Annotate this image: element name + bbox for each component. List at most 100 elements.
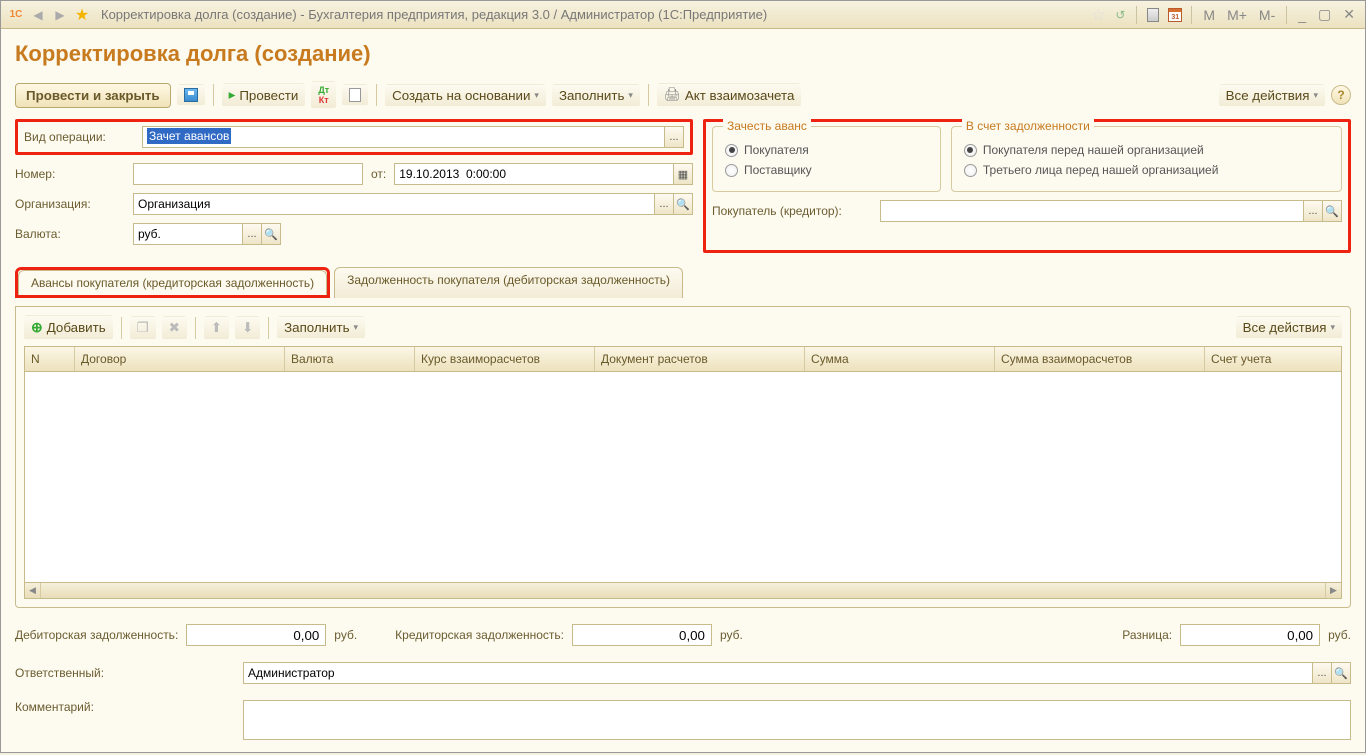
scroll-left-icon[interactable]: ◀ bbox=[25, 583, 41, 598]
col-sum[interactable]: Сумма bbox=[805, 347, 995, 371]
comment-label: Комментарий: bbox=[15, 700, 235, 714]
calendar-icon[interactable]: 31 bbox=[1166, 6, 1184, 24]
nav-back-icon[interactable]: ◀ bbox=[29, 6, 47, 24]
currency-input[interactable] bbox=[133, 223, 243, 245]
arrow-down-icon: ⬇ bbox=[242, 320, 253, 336]
report-icon bbox=[349, 88, 361, 102]
radio-icon bbox=[964, 164, 977, 177]
debit-label: Дебиторская задолженность: bbox=[15, 628, 178, 642]
tab-toolbar: ⊕Добавить ❐ ✖ ⬆ ⬇ Заполнить Все действия bbox=[24, 315, 1342, 340]
credit-input[interactable] bbox=[572, 624, 712, 646]
print-icon: 🖨 bbox=[664, 87, 681, 103]
add-button[interactable]: ⊕Добавить bbox=[24, 315, 113, 340]
currency-label: Валюта: bbox=[15, 227, 125, 241]
from-label: от: bbox=[371, 167, 386, 181]
favorite-icon[interactable]: ★ bbox=[73, 6, 91, 24]
calculator-icon[interactable] bbox=[1144, 6, 1162, 24]
diff-unit: руб. bbox=[1328, 628, 1351, 642]
date-picker-button[interactable]: ▦ bbox=[673, 163, 693, 185]
credit-label: Кредиторская задолженность: bbox=[395, 628, 564, 642]
move-down-button[interactable]: ⬇ bbox=[235, 316, 260, 340]
col-rate[interactable]: Курс взаиморасчетов bbox=[415, 347, 595, 371]
buyer-select-button[interactable]: ... bbox=[1303, 200, 1323, 222]
act-button[interactable]: 🖨Акт взаимозачета bbox=[657, 83, 801, 107]
operation-select-button[interactable]: ... bbox=[664, 126, 684, 148]
date-input[interactable] bbox=[394, 163, 674, 185]
report-button[interactable] bbox=[342, 84, 368, 106]
diff-input[interactable] bbox=[1180, 624, 1320, 646]
dtkt-button[interactable]: ДтКт bbox=[311, 81, 336, 109]
nav-fwd-icon[interactable]: ▶ bbox=[51, 6, 69, 24]
plus-icon: ⊕ bbox=[31, 319, 43, 336]
upper-section: Вид операции: Зачет авансов ... Номер: о… bbox=[15, 119, 1351, 253]
radio-icon bbox=[725, 144, 738, 157]
bookmark-icon[interactable]: ☆ bbox=[1089, 6, 1107, 24]
responsible-select-button[interactable]: ... bbox=[1312, 662, 1332, 684]
copy-icon: ❐ bbox=[137, 320, 149, 336]
number-input[interactable] bbox=[133, 163, 363, 185]
totals-row: Дебиторская задолженность: руб. Кредитор… bbox=[15, 624, 1351, 646]
debt-buyer-radio[interactable]: Покупателя перед нашей организацией bbox=[964, 143, 1329, 157]
help-icon[interactable]: ? bbox=[1331, 85, 1351, 105]
debt-third-radio[interactable]: Третьего лица перед нашей организацией bbox=[964, 163, 1329, 177]
advance-group: Зачесть аванс Покупателя Поставщику bbox=[712, 126, 941, 192]
advance-supplier-radio[interactable]: Поставщику bbox=[725, 163, 928, 177]
data-table: N Договор Валюта Курс взаиморасчетов Док… bbox=[24, 346, 1342, 599]
create-based-button[interactable]: Создать на основании bbox=[385, 84, 546, 107]
currency-search-button[interactable]: 🔍 bbox=[261, 223, 281, 245]
advance-legend: Зачесть аванс bbox=[723, 119, 811, 133]
post-button[interactable]: ▸Провести bbox=[222, 83, 306, 107]
debt-legend: В счет задолженности bbox=[962, 119, 1094, 133]
tab-debt[interactable]: Задолженность покупателя (дебиторская за… bbox=[334, 267, 683, 298]
table-header: N Договор Валюта Курс взаиморасчетов Док… bbox=[25, 347, 1341, 372]
buyer-search-button[interactable]: 🔍 bbox=[1322, 200, 1342, 222]
responsible-input[interactable] bbox=[243, 662, 1313, 684]
history-icon[interactable]: ↺ bbox=[1111, 6, 1129, 24]
col-account[interactable]: Счет учета bbox=[1205, 347, 1341, 371]
col-currency[interactable]: Валюта bbox=[285, 347, 415, 371]
page-title: Корректировка долга (создание) bbox=[15, 41, 1351, 67]
tab-advances[interactable]: Авансы покупателя (кредиторская задолжен… bbox=[18, 270, 327, 295]
org-input[interactable] bbox=[133, 193, 655, 215]
save-button[interactable] bbox=[177, 84, 205, 106]
memory-m[interactable]: M bbox=[1199, 7, 1219, 23]
currency-select-button[interactable]: ... bbox=[242, 223, 262, 245]
minimize-button[interactable]: _ bbox=[1294, 7, 1310, 23]
move-up-button[interactable]: ⬆ bbox=[204, 316, 229, 340]
credit-unit: руб. bbox=[720, 628, 743, 642]
responsible-search-button[interactable]: 🔍 bbox=[1331, 662, 1351, 684]
tab-all-actions-button[interactable]: Все действия bbox=[1236, 316, 1342, 339]
close-button[interactable]: ✕ bbox=[1339, 6, 1359, 23]
dtkt-icon: ДтКт bbox=[318, 85, 329, 105]
table-scrollbar[interactable]: ◀ ▶ bbox=[25, 582, 1341, 598]
org-select-button[interactable]: ... bbox=[654, 193, 674, 215]
table-body[interactable] bbox=[25, 372, 1341, 582]
col-contract[interactable]: Договор bbox=[75, 347, 285, 371]
org-search-button[interactable]: 🔍 bbox=[673, 193, 693, 215]
post-and-close-button[interactable]: Провести и закрыть bbox=[15, 83, 171, 108]
delete-icon: ✖ bbox=[169, 320, 180, 336]
number-label: Номер: bbox=[15, 167, 125, 181]
memory-mminus[interactable]: M- bbox=[1255, 7, 1279, 23]
diff-label: Разница: bbox=[1122, 628, 1172, 642]
delete-button[interactable]: ✖ bbox=[162, 316, 187, 340]
search-icon: 🔍 bbox=[264, 228, 278, 241]
maximize-button[interactable]: ▢ bbox=[1314, 6, 1335, 23]
comment-input[interactable] bbox=[243, 700, 1351, 740]
advance-buyer-radio[interactable]: Покупателя bbox=[725, 143, 928, 157]
fill-button[interactable]: Заполнить bbox=[552, 84, 640, 107]
buyer-input[interactable] bbox=[880, 200, 1304, 222]
tab-fill-button[interactable]: Заполнить bbox=[277, 316, 365, 339]
operation-input[interactable]: Зачет авансов bbox=[142, 126, 665, 148]
operation-label: Вид операции: bbox=[24, 130, 134, 144]
buyer-label: Покупатель (кредитор): bbox=[712, 204, 872, 218]
debit-input[interactable] bbox=[186, 624, 326, 646]
copy-button[interactable]: ❐ bbox=[130, 316, 156, 340]
memory-mplus[interactable]: M+ bbox=[1223, 7, 1251, 23]
col-sumcalc[interactable]: Сумма взаиморасчетов bbox=[995, 347, 1205, 371]
col-doc[interactable]: Документ расчетов bbox=[595, 347, 805, 371]
scroll-right-icon[interactable]: ▶ bbox=[1325, 583, 1341, 598]
debit-unit: руб. bbox=[334, 628, 357, 642]
all-actions-button[interactable]: Все действия bbox=[1219, 84, 1325, 107]
col-n[interactable]: N bbox=[25, 347, 75, 371]
